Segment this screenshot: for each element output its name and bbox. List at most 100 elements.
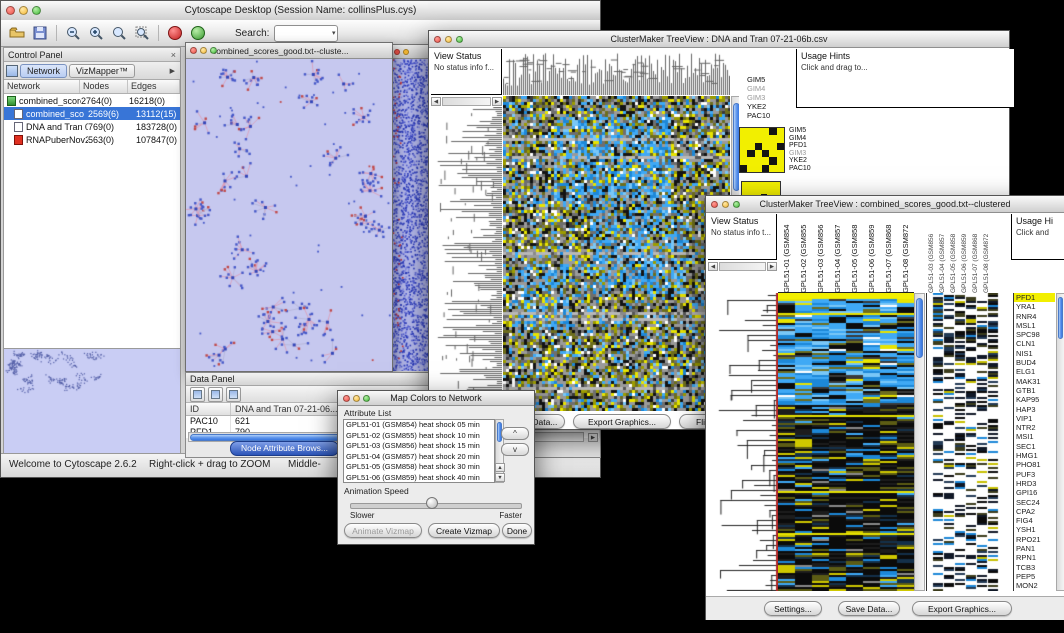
- column-dendrogram[interactable]: [503, 49, 730, 95]
- zoom-button[interactable]: [210, 47, 217, 54]
- heatmap-canvas[interactable]: [503, 96, 730, 411]
- heatmap-canvas[interactable]: [778, 293, 914, 591]
- gene-label[interactable]: PEP5: [1014, 572, 1055, 581]
- column-label[interactable]: GPL51-06 (GSM859: [959, 214, 970, 293]
- minimize-button[interactable]: [19, 6, 28, 15]
- gene-label[interactable]: GIM5: [789, 127, 811, 135]
- gene-label[interactable]: GIM4: [789, 135, 811, 143]
- scroll-right-icon[interactable]: ▶: [492, 97, 502, 106]
- save-session-button[interactable]: [30, 23, 50, 43]
- scroll-down-icon[interactable]: ▼: [495, 473, 505, 482]
- scroll-up-icon[interactable]: ▲: [495, 463, 505, 472]
- scroll-right-icon[interactable]: ▶: [588, 433, 598, 442]
- gene-label[interactable]: MSL1: [1014, 321, 1055, 330]
- gene-label[interactable]: GIM3: [747, 93, 770, 102]
- gene-label[interactable]: RNR4: [1014, 312, 1055, 321]
- create-attribute-icon[interactable]: [208, 387, 223, 402]
- attribute-item[interactable]: GPL51-06 (GSM859) heat shock 40 min: [344, 473, 494, 484]
- row-dendrogram[interactable]: [708, 293, 778, 591]
- row-dendrogram-canvas[interactable]: [708, 293, 778, 591]
- gene-label[interactable]: BUD4: [1014, 358, 1055, 367]
- column-label[interactable]: GPL51-08 (GSM872: [897, 214, 914, 293]
- network-row[interactable]: RNAPuberNov2563(0)107847(0): [4, 133, 180, 146]
- gene-label[interactable]: HAP3: [1014, 405, 1055, 414]
- close-button[interactable]: [190, 47, 197, 54]
- gene-label[interactable]: MAK31: [1014, 377, 1055, 386]
- minimize-button[interactable]: [722, 201, 729, 208]
- tab-vizmapper[interactable]: VizMapper™: [69, 64, 135, 78]
- gene-label[interactable]: RPN1: [1014, 553, 1055, 562]
- column-label[interactable]: GPL51-04 (GSM857: [937, 214, 948, 293]
- gene-list-scrollbar[interactable]: [1056, 293, 1064, 591]
- gene-label[interactable]: YKE2: [789, 157, 811, 165]
- overview-canvas[interactable]: [4, 349, 176, 451]
- minimize-button[interactable]: [403, 49, 409, 55]
- zoom-fit-button[interactable]: [109, 23, 129, 43]
- minimize-button[interactable]: [445, 36, 452, 43]
- similarity-matrix[interactable]: [739, 127, 785, 173]
- network-row[interactable]: combined_scores2764(0)16218(0): [4, 94, 180, 107]
- gene-label[interactable]: GPI16: [1014, 488, 1055, 497]
- gene-label[interactable]: SEC24: [1014, 498, 1055, 507]
- zoom-out-button[interactable]: [63, 23, 83, 43]
- zoom-button[interactable]: [32, 6, 41, 15]
- treeview1-titlebar[interactable]: ClusterMaker TreeView : DNA and Tran 07-…: [429, 31, 1009, 48]
- column-label[interactable]: GPL51-04 (GSM857: [829, 214, 846, 293]
- gene-label[interactable]: HRD3: [1014, 479, 1055, 488]
- gene-label[interactable]: PAN1: [1014, 544, 1055, 553]
- move-down-button[interactable]: v: [501, 443, 529, 456]
- delete-attribute-icon[interactable]: [226, 387, 241, 402]
- zoom-button[interactable]: [456, 36, 463, 43]
- scroll-left-icon[interactable]: ◀: [431, 97, 441, 106]
- column-label[interactable]: GPL51-07 (GSM868: [970, 214, 981, 293]
- column-label[interactable]: GPL51-01 (GSM854: [778, 214, 795, 293]
- close-button[interactable]: [343, 395, 350, 402]
- gene-label[interactable]: GTB1: [1014, 386, 1055, 395]
- gene-label[interactable]: YRA1: [1014, 302, 1055, 311]
- column-label[interactable]: GPL51-07 (GSM868: [880, 214, 897, 293]
- close-button[interactable]: [6, 6, 15, 15]
- annotation-button[interactable]: [165, 23, 185, 43]
- select-attributes-icon[interactable]: [190, 387, 205, 402]
- gene-label[interactable]: RPO21: [1014, 535, 1055, 544]
- scrollbar-thumb[interactable]: [916, 298, 923, 358]
- settings-button[interactable]: Settings...: [764, 601, 822, 616]
- open-session-button[interactable]: [7, 23, 27, 43]
- gene-label[interactable]: GIM5: [747, 75, 770, 84]
- gene-label[interactable]: MSI1: [1014, 432, 1055, 441]
- gene-label[interactable]: PHO81: [1014, 460, 1055, 469]
- scroll-right-icon[interactable]: ▶: [767, 262, 777, 271]
- gene-label[interactable]: SPC98: [1014, 330, 1055, 339]
- heatmap[interactable]: [778, 293, 914, 591]
- close-button[interactable]: [711, 201, 718, 208]
- speed-slider-thumb[interactable]: [426, 497, 438, 509]
- column-label[interactable]: GPL51-08 (GSM872: [981, 214, 992, 293]
- network-row[interactable]: DNA and Tran 07769(0)183728(0): [4, 120, 180, 133]
- gene-label[interactable]: MON2: [1014, 581, 1055, 590]
- minimize-button[interactable]: [200, 47, 207, 54]
- scrollbar-track[interactable]: [719, 262, 766, 271]
- minimize-button[interactable]: [353, 395, 360, 402]
- scroll-left-icon[interactable]: ◀: [708, 262, 718, 271]
- gene-label[interactable]: FIG4: [1014, 516, 1055, 525]
- close-button[interactable]: [434, 36, 441, 43]
- gene-label[interactable]: CLN1: [1014, 339, 1055, 348]
- gene-label[interactable]: HMG1: [1014, 451, 1055, 460]
- scrollbar-thumb[interactable]: [1058, 297, 1063, 339]
- gene-label[interactable]: PFD1: [1014, 293, 1055, 302]
- search-input[interactable]: ▾: [274, 25, 338, 42]
- gene-label[interactable]: SEC1: [1014, 442, 1055, 451]
- gene-label[interactable]: YKE2: [747, 102, 770, 111]
- move-up-button[interactable]: ^: [501, 427, 529, 440]
- attribute-item[interactable]: GPL51-04 (GSM857) heat shock 20 min: [344, 452, 494, 463]
- gene-label[interactable]: TCB3: [1014, 563, 1055, 572]
- secondary-heatmap[interactable]: [926, 293, 1011, 591]
- column-label[interactable]: GPL51-06 (GSM859: [863, 214, 880, 293]
- gene-label[interactable]: GIM3: [789, 150, 811, 158]
- gene-label[interactable]: VIP1: [1014, 414, 1055, 423]
- node-attribute-browser-button[interactable]: Node Attribute Brows...: [230, 441, 339, 456]
- gene-label[interactable]: PFD1: [789, 142, 811, 150]
- attribute-item[interactable]: GPL51-05 (GSM858) heat shock 30 min: [344, 462, 494, 473]
- close-panel-icon[interactable]: ×: [171, 50, 176, 60]
- search-dropdown-icon[interactable]: ▾: [332, 29, 338, 37]
